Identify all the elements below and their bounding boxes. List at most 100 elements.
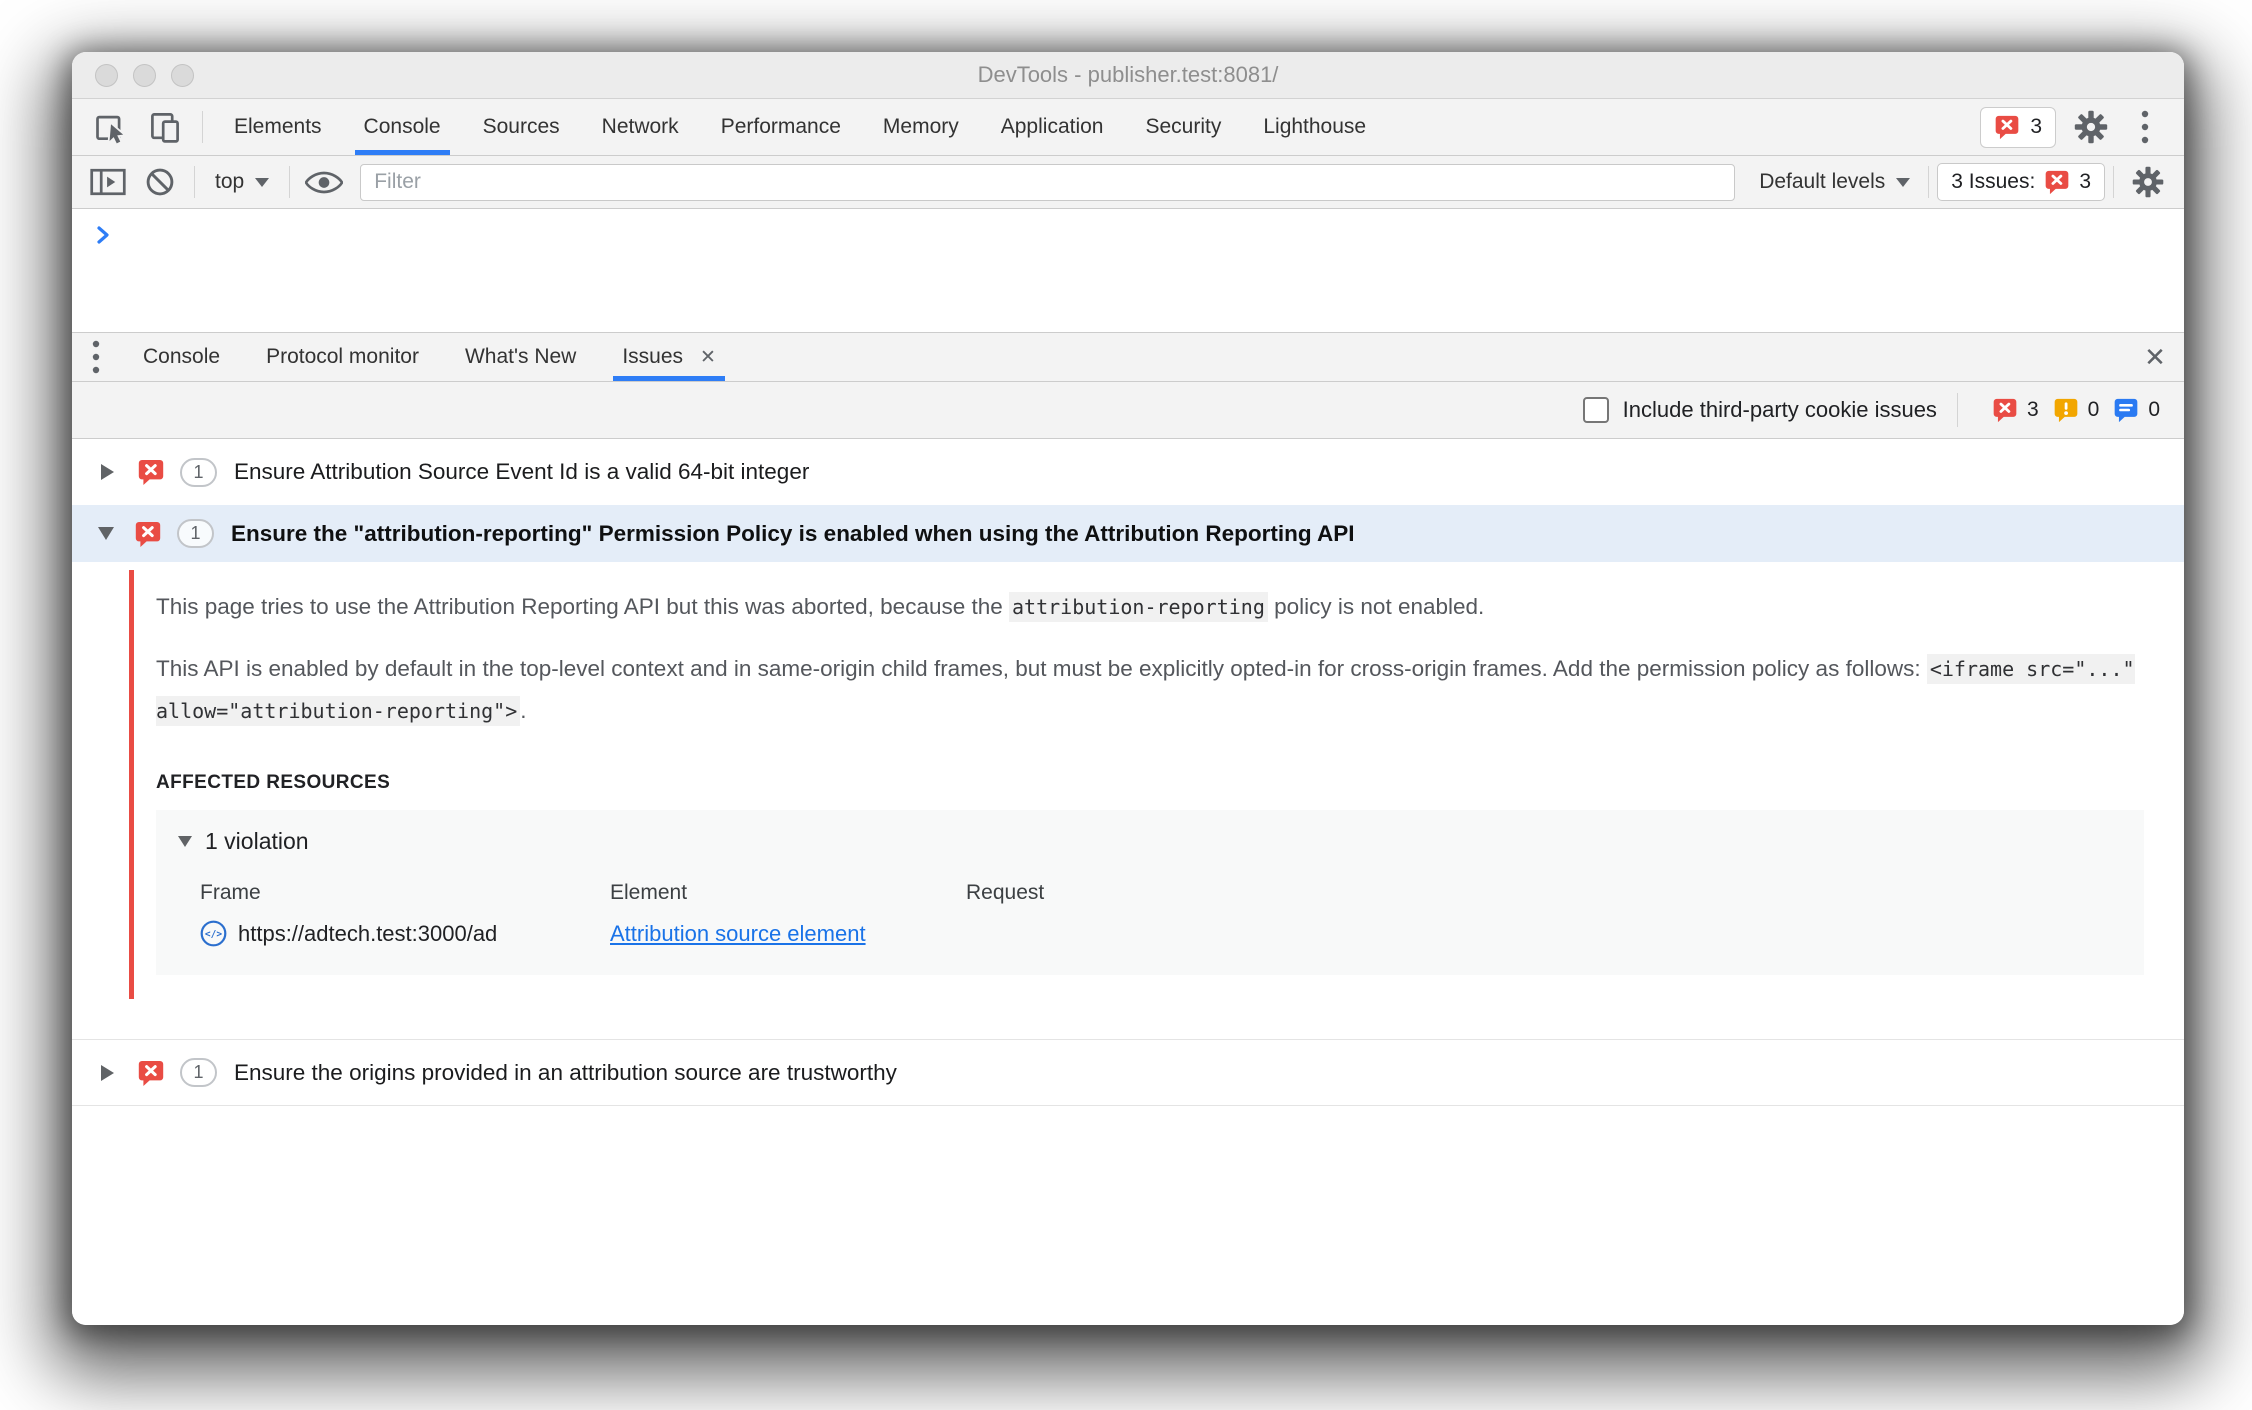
include-third-party-label[interactable]: Include third-party cookie issues bbox=[1623, 397, 1937, 423]
drawer-menu-button[interactable] bbox=[72, 333, 120, 381]
console-toolbar: top Default levels 3 Issues: 3 bbox=[72, 156, 2184, 209]
issue-title: Ensure the origins provided in an attrib… bbox=[234, 1059, 897, 1085]
tab-security[interactable]: Security bbox=[1124, 99, 1242, 155]
inline-code: attribution-reporting bbox=[1009, 592, 1268, 622]
tab-application[interactable]: Application bbox=[980, 99, 1125, 155]
eye-icon bbox=[305, 171, 344, 193]
tab-performance[interactable]: Performance bbox=[700, 99, 862, 155]
divider bbox=[289, 166, 291, 198]
error-icon bbox=[2045, 170, 2069, 195]
divider bbox=[1956, 393, 1958, 427]
show-console-sidebar-button[interactable] bbox=[82, 156, 134, 208]
drawer-tabbar: Console Protocol monitor What's New Issu… bbox=[72, 333, 2184, 382]
expand-arrow-icon bbox=[101, 464, 114, 480]
tab-network[interactable]: Network bbox=[581, 99, 700, 155]
issue-description: This API is enabled by default in the to… bbox=[156, 648, 2144, 732]
issue-detail: This page tries to use the Attribution R… bbox=[72, 562, 2184, 1040]
issue-count-badge: 1 bbox=[180, 1058, 217, 1087]
warning-count-value: 0 bbox=[2087, 398, 2100, 421]
issue-count-badge: 1 bbox=[180, 457, 217, 487]
live-expression-button[interactable] bbox=[298, 156, 350, 208]
settings-button[interactable] bbox=[2064, 99, 2118, 155]
divider bbox=[1928, 166, 1930, 198]
console-messages[interactable] bbox=[72, 209, 2184, 332]
issue-row[interactable]: 1 Ensure Attribution Source Event Id is … bbox=[72, 439, 2184, 505]
close-issues-tab-icon[interactable]: ✕ bbox=[700, 346, 716, 369]
issues-warning-count: 0 bbox=[2053, 397, 2100, 423]
close-icon: ✕ bbox=[2144, 341, 2166, 372]
warning-icon bbox=[2054, 398, 2077, 423]
inspect-element-button[interactable] bbox=[84, 99, 138, 155]
drawer: Console Protocol monitor What's New Issu… bbox=[72, 332, 2184, 1325]
error-icon bbox=[138, 460, 164, 485]
issue-row[interactable]: 1 Ensure the origins provided in an attr… bbox=[72, 1040, 2184, 1106]
gear-icon bbox=[2132, 166, 2164, 198]
drawer-tab-console[interactable]: Console bbox=[120, 333, 243, 381]
tab-lighthouse[interactable]: Lighthouse bbox=[1242, 99, 1387, 155]
clear-console-icon bbox=[146, 168, 174, 196]
divider bbox=[2113, 166, 2114, 198]
info-count-value: 0 bbox=[2148, 398, 2160, 421]
error-count-button[interactable]: 3 bbox=[1980, 106, 2056, 148]
issues-error-count: 3 bbox=[1992, 397, 2039, 423]
svg-text:</>: </> bbox=[205, 929, 222, 940]
error-count-value: 3 bbox=[2026, 398, 2039, 421]
clear-console-button[interactable] bbox=[134, 156, 186, 208]
context-selector[interactable]: top bbox=[203, 170, 281, 194]
show-console-sidebar-icon bbox=[90, 168, 126, 196]
frame-url: https://adtech.test:3000/ad bbox=[238, 920, 498, 946]
dots-vertical-icon bbox=[2141, 110, 2149, 144]
drawer-tab-issues-label: Issues bbox=[622, 345, 684, 368]
tab-memory[interactable]: Memory bbox=[862, 99, 980, 155]
tab-console[interactable]: Console bbox=[343, 99, 462, 155]
chevron-down-icon bbox=[255, 177, 270, 187]
issues-list: 1 Ensure Attribution Source Event Id is … bbox=[72, 439, 2184, 1325]
tab-elements[interactable]: Elements bbox=[213, 99, 343, 155]
issues-count-value: 3 bbox=[2079, 170, 2091, 193]
include-third-party-checkbox[interactable] bbox=[1582, 397, 1609, 423]
tab-sources[interactable]: Sources bbox=[462, 99, 581, 155]
issue-count-badge: 1 bbox=[177, 519, 214, 548]
devtools-window: DevTools - publisher.test:8081/ Elements… bbox=[72, 52, 2184, 1325]
drawer-tab-protocol-monitor[interactable]: Protocol monitor bbox=[243, 333, 442, 381]
divider bbox=[202, 111, 203, 143]
element-cell: Attribution source element bbox=[610, 921, 966, 947]
console-settings-button[interactable] bbox=[2122, 156, 2174, 208]
device-toolbar-icon bbox=[151, 113, 179, 143]
affected-resources-heading: AFFECTED RESOURCES bbox=[156, 772, 391, 793]
error-icon bbox=[135, 521, 161, 547]
violations-table-header: Frame Element Request bbox=[178, 881, 2124, 905]
element-link[interactable]: Attribution source element bbox=[610, 921, 866, 946]
error-icon bbox=[138, 1060, 164, 1086]
info-icon bbox=[2114, 398, 2138, 423]
device-toolbar-button[interactable] bbox=[138, 99, 192, 155]
close-drawer-button[interactable]: ✕ bbox=[2126, 333, 2184, 381]
description-text: This API is enabled by default in the to… bbox=[156, 656, 1927, 681]
description-text: This page tries to use the Attribution R… bbox=[156, 594, 1010, 619]
column-header-element: Element bbox=[610, 881, 688, 904]
drawer-tab-issues[interactable]: Issues ✕ bbox=[599, 333, 739, 381]
issues-info-count: 0 bbox=[2113, 397, 2160, 423]
console-prompt-icon bbox=[97, 226, 109, 244]
log-levels-label: Default levels bbox=[1759, 170, 1886, 193]
description-text: . bbox=[520, 698, 527, 723]
gear-icon bbox=[2074, 110, 2108, 144]
collapse-arrow-icon bbox=[178, 836, 192, 847]
inspect-icon bbox=[96, 115, 128, 145]
issue-row[interactable]: 1 Ensure the "attribution-reporting" Per… bbox=[72, 505, 2184, 562]
issue-severity-bar bbox=[129, 570, 134, 999]
log-levels-dropdown[interactable]: Default levels bbox=[1749, 170, 1920, 194]
collapse-arrow-icon bbox=[98, 527, 114, 540]
error-count: 3 bbox=[2030, 115, 2042, 138]
drawer-tab-whats-new[interactable]: What's New bbox=[442, 333, 599, 381]
issue-description: This page tries to use the Attribution R… bbox=[156, 586, 2144, 628]
violations-toggle[interactable]: 1 violation bbox=[178, 828, 2124, 855]
dots-vertical-icon bbox=[92, 340, 100, 374]
main-menu-button[interactable] bbox=[2118, 99, 2172, 155]
frame-cell: </> https://adtech.test:3000/ad bbox=[200, 920, 610, 947]
issues-count-button[interactable]: 3 Issues: 3 bbox=[1937, 163, 2105, 201]
window-title: DevTools - publisher.test:8081/ bbox=[977, 62, 1279, 87]
filter-input[interactable] bbox=[360, 163, 1736, 201]
tabbar-spacer bbox=[1387, 99, 1980, 155]
chevron-down-icon bbox=[1896, 177, 1911, 187]
